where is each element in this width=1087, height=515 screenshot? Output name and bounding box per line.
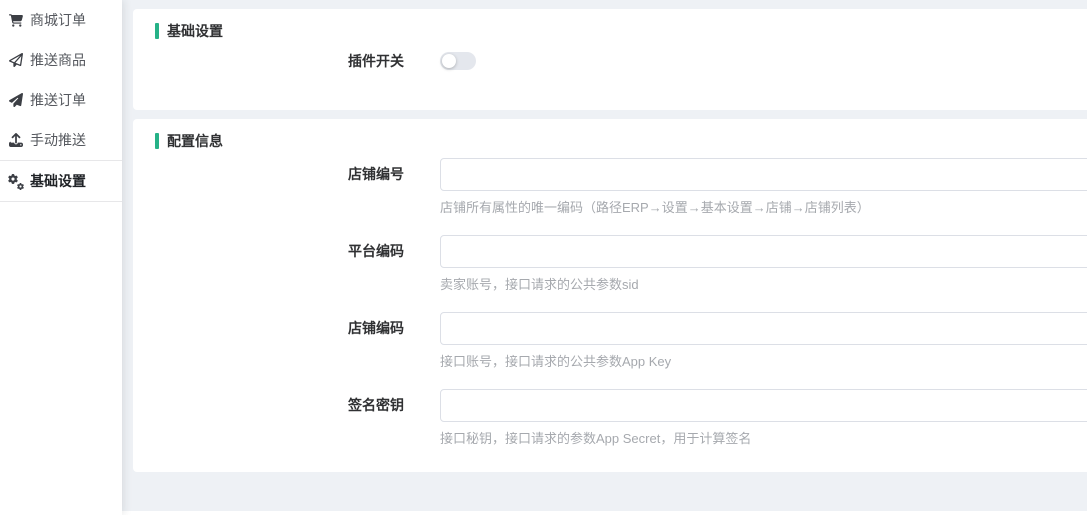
platform-code-input[interactable] [440,235,1087,268]
plugin-switch-row: 插件开关 [133,52,1087,70]
section-title: 配置信息 [167,131,223,151]
form-row-sign-secret: 签名密钥 接口秘钥，接口请求的参数App Secret，用于计算签名 [133,389,1087,447]
sidebar-item-label: 手动推送 [30,130,86,150]
sidebar-item-label: 推送订单 [30,90,86,110]
field-helper-text: 接口账号，接口请求的公共参数App Key [440,353,1087,370]
paper-plane-icon [8,93,23,108]
sidebar-item-mall-orders[interactable]: 商城订单 [0,0,122,40]
form-row-shop-number: 店铺编号 店铺所有属性的唯一编码（路径ERP→设置→基本设置→店铺→店铺列表） [133,158,1087,216]
sidebar-item-push-products[interactable]: 推送商品 [0,40,122,80]
config-info-card: 配置信息 店铺编号 店铺所有属性的唯一编码（路径ERP→设置→基本设置→店铺→店… [133,119,1087,472]
paper-plane-outline-icon [8,53,23,68]
sidebar-item-manual-push[interactable]: 手动推送 [0,120,122,160]
shop-number-input[interactable] [440,158,1087,191]
upload-icon [8,133,23,148]
section-title: 基础设置 [167,21,223,41]
gears-icon [8,174,23,189]
main-content: 基础设置 插件开关 配置信息 店铺编号 店铺所有属 [122,0,1087,515]
field-helper-text: 接口秘钥，接口请求的参数App Secret，用于计算签名 [440,430,1087,447]
sidebar: 商城订单 推送商品 推送订单 手动推送 基础设置 [0,0,122,515]
section-accent-bar [155,133,159,149]
field-label: 店铺编码 [133,312,440,370]
content-background: 基础设置 插件开关 配置信息 店铺编号 店铺所有属 [122,0,1087,511]
shop-code-input[interactable] [440,312,1087,345]
switch-knob [442,54,456,68]
config-info-section-header: 配置信息 [155,133,1087,149]
form-row-shop-code: 店铺编码 接口账号，接口请求的公共参数App Key [133,312,1087,370]
field-label: 店铺编号 [133,158,440,216]
plugin-switch[interactable] [440,52,476,70]
basic-settings-card: 基础设置 插件开关 [133,9,1087,110]
basic-settings-section-header: 基础设置 [155,23,1087,39]
shopping-cart-icon [8,13,23,28]
field-label: 签名密钥 [133,389,440,447]
sidebar-item-label: 商城订单 [30,10,86,30]
sidebar-item-push-orders[interactable]: 推送订单 [0,80,122,120]
sign-secret-input[interactable] [440,389,1087,422]
form-row-platform-code: 平台编码 卖家账号，接口请求的公共参数sid [133,235,1087,293]
sidebar-item-label: 基础设置 [30,171,86,191]
plugin-switch-label: 插件开关 [133,52,440,70]
sidebar-item-basic-settings[interactable]: 基础设置 [0,160,122,202]
field-helper-text: 店铺所有属性的唯一编码（路径ERP→设置→基本设置→店铺→店铺列表） [440,199,1087,216]
sidebar-item-label: 推送商品 [30,50,86,70]
field-label: 平台编码 [133,235,440,293]
field-helper-text: 卖家账号，接口请求的公共参数sid [440,276,1087,293]
section-accent-bar [155,23,159,39]
